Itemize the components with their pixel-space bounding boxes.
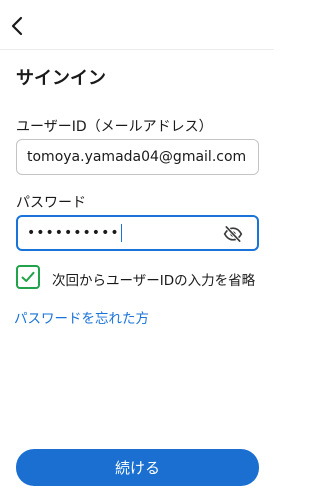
- remember-user-id-checkbox[interactable]: [16, 265, 40, 289]
- remember-user-id-label[interactable]: 次回からユーザーIDの入力を省略: [52, 269, 255, 289]
- app-header: [0, 0, 274, 50]
- email-value: tomoya.yamada04@gmail.com: [27, 149, 247, 165]
- eye-off-icon: [223, 225, 243, 243]
- checkmark-icon: [21, 271, 35, 282]
- email-field-label: ユーザーID（メールアドレス）: [16, 119, 213, 135]
- password-field[interactable]: ••••••••••: [16, 215, 259, 251]
- toggle-password-visibility-button[interactable]: [223, 224, 243, 244]
- sign-in-screen: サインイン ユーザーID（メールアドレス） tomoya.yamada04@gm…: [0, 0, 274, 504]
- chevron-left-icon: [11, 16, 23, 36]
- password-masked-value: ••••••••••: [27, 225, 120, 241]
- forgot-password-link[interactable]: パスワードを忘れた方: [14, 307, 149, 327]
- email-field[interactable]: tomoya.yamada04@gmail.com: [16, 139, 259, 175]
- password-field-label: パスワード: [16, 195, 86, 211]
- back-button[interactable]: [6, 14, 30, 38]
- page-title: サインイン: [16, 68, 106, 89]
- continue-button[interactable]: 続ける: [16, 449, 259, 486]
- text-caret: [120, 224, 123, 242]
